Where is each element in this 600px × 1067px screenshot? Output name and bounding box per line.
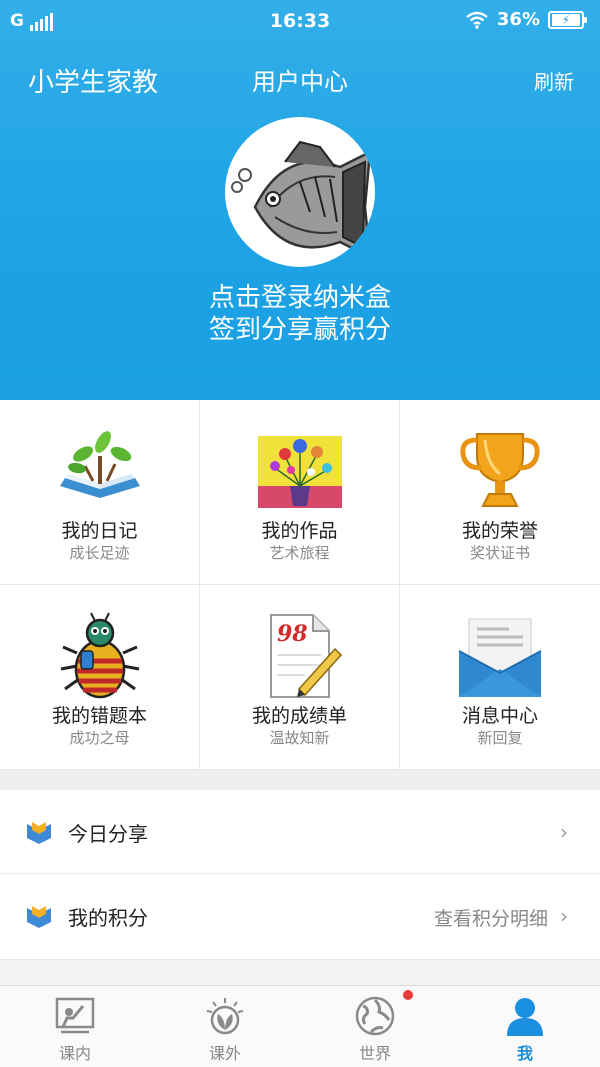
- notification-dot: [403, 990, 413, 1000]
- refresh-button[interactable]: 刷新: [534, 66, 574, 95]
- status-bar: G 16:33 36% ⚡: [0, 0, 600, 42]
- menu-list: 今日分享 › 我的积分 查看积分明细 ›: [0, 790, 600, 960]
- grid-item-honors[interactable]: 我的荣誉 奖状证书: [400, 400, 600, 585]
- sun-leaf-icon: [206, 998, 244, 1035]
- book-sprout-icon: [59, 431, 140, 498]
- avatar[interactable]: [225, 117, 375, 267]
- grid-item-subtitle: 温故知新: [269, 729, 330, 747]
- fish-avatar-icon: [231, 140, 372, 260]
- list-item-label: 我的积分: [68, 906, 148, 930]
- globe-icon: [355, 996, 395, 1036]
- grid-item-title: 消息中心: [461, 705, 538, 727]
- chevron-right-icon: ›: [560, 904, 568, 928]
- chevron-right-icon: ›: [560, 820, 568, 844]
- classroom-icon: [55, 997, 95, 1034]
- login-line-2: 签到分享赢积分: [208, 315, 391, 345]
- tab-extracurricular[interactable]: 课外: [150, 986, 300, 1067]
- login-prompt[interactable]: 点击登录纳米盒 签到分享赢积分: [0, 282, 600, 346]
- list-item-today-share[interactable]: 今日分享 ›: [0, 790, 600, 874]
- grid-item-mistakes[interactable]: 我的错题本 成功之母: [0, 585, 200, 770]
- tab-world[interactable]: 世界: [300, 986, 450, 1067]
- user-icon: [507, 998, 543, 1036]
- grid-item-subtitle: 奖状证书: [469, 544, 530, 562]
- grid-item-title: 我的错题本: [51, 705, 147, 727]
- grid-item-subtitle: 成长足迹: [69, 544, 130, 562]
- grid-item-diary[interactable]: 我的日记 成长足迹: [0, 400, 200, 585]
- tab-in-class[interactable]: 课内: [0, 986, 150, 1067]
- login-line-1: 点击登录纳米盒: [208, 283, 391, 313]
- tab-me[interactable]: 我: [450, 986, 600, 1067]
- book-bookmark-icon: [27, 906, 51, 928]
- beetle-icon: [60, 612, 139, 699]
- trophy-icon: [460, 433, 540, 507]
- grid-item-subtitle: 成功之母: [69, 729, 130, 747]
- grid-item-messages[interactable]: 消息中心 新回复: [400, 585, 600, 770]
- grid-item-title: 我的成绩单: [251, 705, 347, 727]
- app-name: 小学生家教: [28, 68, 159, 98]
- battery-percent: 36%: [496, 9, 540, 30]
- flower-painting-icon: [257, 436, 342, 508]
- section-divider: [0, 770, 600, 790]
- top-bar: 小学生家教 用户中心 刷新: [0, 60, 600, 100]
- wifi-icon: [466, 11, 488, 29]
- grid-item-works[interactable]: 我的作品 艺术旅程: [200, 400, 400, 585]
- grid-item-subtitle: 新回复: [477, 729, 523, 747]
- feature-grid: 我的日记 成长足迹 我的作品 艺术旅程 我的荣誉 奖状证书 我的错题本 成功之母…: [0, 400, 600, 770]
- grid-item-title: 我的荣誉: [461, 520, 538, 542]
- score-sheet-icon: 98: [269, 614, 342, 698]
- book-bookmark-icon: [27, 822, 51, 844]
- grid-item-report-card[interactable]: 98 我的成绩单 温故知新: [200, 585, 400, 770]
- header: G 16:33 36% ⚡ 小学生家教 用户中心 刷新 点击登录纳米盒 签到分享…: [0, 0, 600, 400]
- list-item-label: 今日分享: [68, 822, 148, 846]
- list-item-my-points[interactable]: 我的积分 查看积分明细 ›: [0, 874, 600, 960]
- grid-item-title: 我的作品: [261, 520, 338, 542]
- score-text: 98: [277, 621, 308, 647]
- battery-icon: ⚡: [548, 10, 587, 29]
- tab-label: 世界: [358, 1044, 391, 1063]
- grid-item-subtitle: 艺术旅程: [269, 544, 330, 562]
- tab-label: 课内: [58, 1044, 91, 1063]
- bottom-tab-bar: 课内 课外 世界 我: [0, 985, 600, 1067]
- points-detail-link[interactable]: 查看积分明细: [434, 904, 548, 931]
- grid-item-title: 我的日记: [61, 520, 138, 542]
- tab-label: 课外: [208, 1044, 241, 1063]
- tab-label: 我: [516, 1044, 533, 1063]
- envelope-icon: [458, 618, 542, 697]
